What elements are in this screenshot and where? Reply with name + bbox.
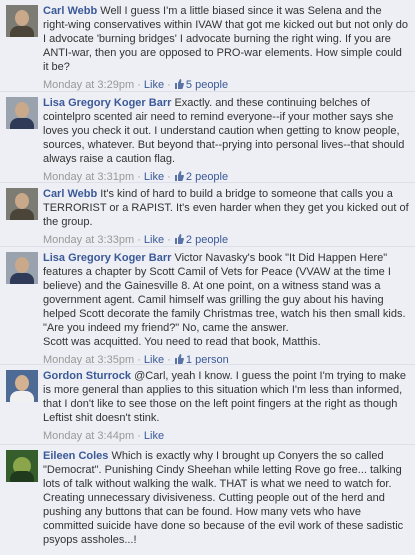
likes-count-link[interactable]: 2 people [174, 234, 228, 246]
separator: · [167, 79, 171, 91]
like-button[interactable]: Like [144, 171, 164, 183]
avatar[interactable] [6, 188, 38, 220]
comment-meta: Monday at 3:44pm · Like [43, 429, 409, 443]
author-name[interactable]: Lisa Gregory Koger Barr [43, 252, 171, 264]
likes-count: 5 people [185, 79, 229, 91]
author-name[interactable]: Carl Webb [43, 188, 97, 200]
likes-count-link[interactable]: 5 people [174, 79, 228, 91]
comment-text: Victor Navasky's book "It Did Happen Her… [43, 252, 406, 334]
likes-count: 2 people [185, 171, 229, 183]
comment-meta: Monday at 3:33pm · Like · 2 people [43, 233, 409, 247]
avatar[interactable] [6, 370, 38, 402]
separator: · [137, 430, 141, 442]
comment-meta: Monday at 3:29pm · Like · 5 people [43, 78, 409, 92]
author-name[interactable]: Lisa Gregory Koger Barr [43, 97, 171, 109]
timestamp[interactable]: Monday at 3:44pm [43, 430, 134, 442]
like-button[interactable]: Like [144, 234, 164, 246]
comment-thread: Carl Webb Well I guess I'm a little bias… [0, 0, 415, 555]
like-button[interactable]: Like [144, 79, 164, 91]
comment: Eileen Coles Which is exactly why I brou… [0, 445, 415, 555]
comment-body: Lisa Gregory Koger Barr Victor Navasky's… [43, 251, 409, 349]
avatar[interactable] [6, 450, 38, 482]
thumbs-up-icon [174, 234, 184, 244]
comment-body: Carl Webb It's kind of hard to build a b… [43, 187, 409, 229]
like-button[interactable]: Like [144, 430, 164, 442]
timestamp[interactable]: Monday at 3:31pm [43, 171, 134, 183]
comment-body: Eileen Coles Which is exactly why I brou… [43, 449, 409, 547]
avatar[interactable] [6, 252, 38, 284]
timestamp[interactable]: Monday at 3:33pm [43, 234, 134, 246]
author-name[interactable]: Gordon Sturrock [43, 370, 131, 382]
comment-body: Carl Webb Well I guess I'm a little bias… [43, 4, 409, 74]
comment: Gordon Sturrock @Carl, yeah I know. I gu… [0, 365, 415, 445]
comment-text-line: Scott was acquitted. You need to read th… [43, 336, 321, 348]
separator: · [137, 234, 141, 246]
separator: · [137, 171, 141, 183]
avatar[interactable] [6, 5, 38, 37]
comment-text: It's kind of hard to build a bridge to s… [43, 188, 409, 228]
thumbs-up-icon [174, 171, 184, 181]
comment: Carl Webb Well I guess I'm a little bias… [0, 0, 415, 92]
avatar[interactable] [6, 97, 38, 129]
comment: Carl Webb It's kind of hard to build a b… [0, 183, 415, 247]
comment-body: Lisa Gregory Koger Barr Exactly. and the… [43, 96, 409, 166]
comment-meta: Monday at 3:31pm · Like · 2 people [43, 170, 409, 184]
author-name[interactable]: Carl Webb [43, 5, 97, 17]
thumbs-up-icon [174, 79, 184, 89]
likes-count: 2 people [185, 234, 229, 246]
likes-count-link[interactable]: 2 people [174, 171, 228, 183]
comment-text: Well I guess I'm a little biased since i… [43, 5, 409, 73]
separator: · [167, 234, 171, 246]
comment: Lisa Gregory Koger Barr Exactly. and the… [0, 92, 415, 183]
comment-text: Which is exactly why I brought up Conyer… [43, 450, 404, 546]
author-name[interactable]: Eileen Coles [43, 450, 108, 462]
thumbs-up-icon [174, 354, 184, 364]
comment-body: Gordon Sturrock @Carl, yeah I know. I gu… [43, 369, 409, 425]
separator: · [167, 171, 171, 183]
timestamp[interactable]: Monday at 3:29pm [43, 79, 134, 91]
separator: · [137, 79, 141, 91]
comment: Lisa Gregory Koger Barr Victor Navasky's… [0, 247, 415, 366]
